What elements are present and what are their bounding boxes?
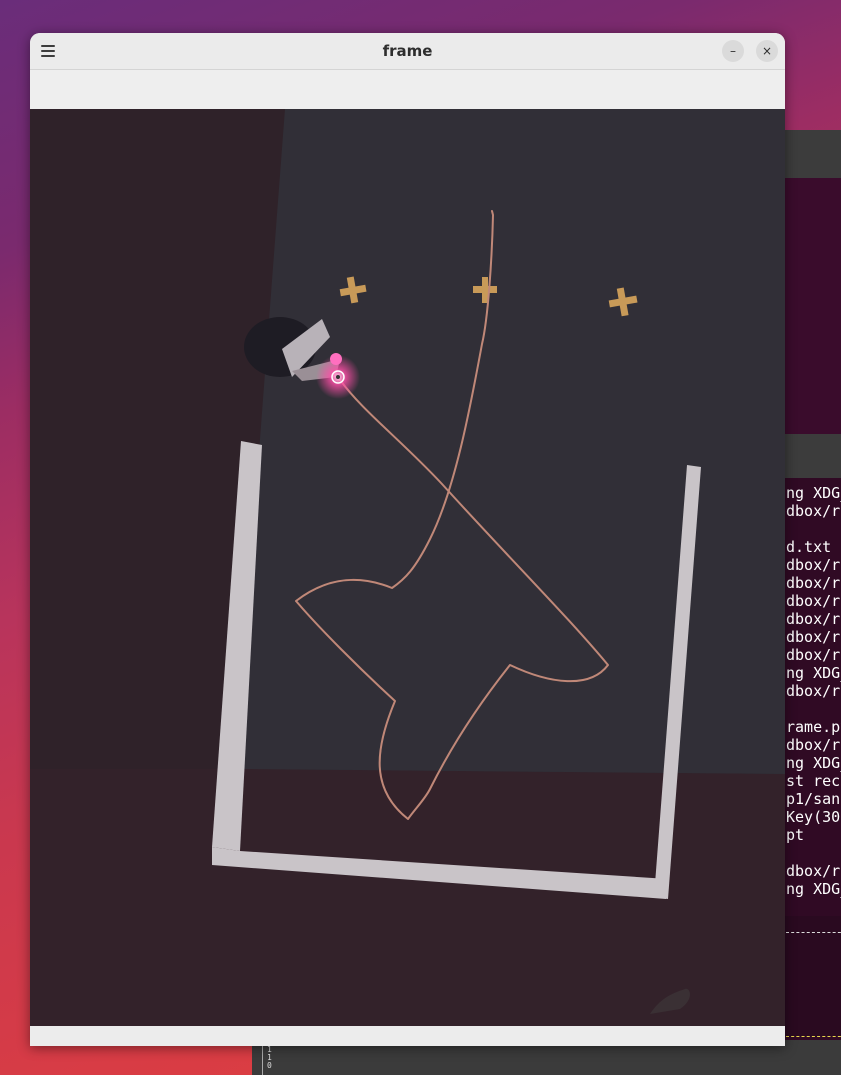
terminal-line: dbox/re: [786, 628, 841, 646]
terminal-line: rame.py: [786, 718, 841, 736]
terminal-line: dbox/re: [786, 736, 841, 754]
terminal-line: p1/sand: [786, 790, 841, 808]
hamburger-menu-icon[interactable]: [36, 39, 60, 63]
frame-window: frame – ×: [30, 33, 785, 1046]
terminal-output: ng XDG_dbox/re d.txtdbox/redbox/redbox/r…: [786, 484, 841, 898]
terminal-line: dbox/re: [786, 646, 841, 664]
tracking-marker-center: [336, 375, 340, 379]
terminal-divider: [786, 932, 841, 933]
terminal-line: d.txt: [786, 538, 832, 556]
gray-tile-area: [240, 109, 785, 774]
minimize-button[interactable]: –: [722, 40, 744, 62]
terminal-line: pt: [786, 826, 805, 844]
terminal-line: ng XDG_: [786, 754, 841, 772]
terminal-line: Key(30: [786, 808, 841, 826]
terminal-divider-yellow: [786, 1036, 841, 1037]
terminal-line: dbox/re: [786, 862, 841, 880]
camera-frame-view[interactable]: [30, 109, 785, 1026]
ruler-tick: 0: [267, 1061, 272, 1070]
terminal-line: dbox/re: [786, 592, 841, 610]
toolbar-area: [30, 70, 785, 109]
terminal-line: ng XDG_: [786, 484, 841, 502]
line-number-ruler: 1 1 0: [262, 1046, 282, 1075]
terminal-line: st reco: [786, 772, 841, 790]
terminal-line: dbox/re: [786, 556, 841, 574]
window-title: frame: [382, 42, 433, 60]
terminal-line: dbox/re: [786, 682, 841, 700]
terminal-line: ng XDG_: [786, 664, 841, 682]
terminal-line: dbox/re: [786, 502, 841, 520]
window-headerbar: frame – ×: [30, 33, 785, 70]
terminal-line: ng XDG_: [786, 880, 841, 898]
laser-dot: [330, 353, 342, 365]
window-statusbar: [30, 1026, 785, 1046]
terminal-line: dbox/re: [786, 574, 841, 592]
close-button[interactable]: ×: [756, 40, 778, 62]
terminal-line: dbox/re: [786, 610, 841, 628]
